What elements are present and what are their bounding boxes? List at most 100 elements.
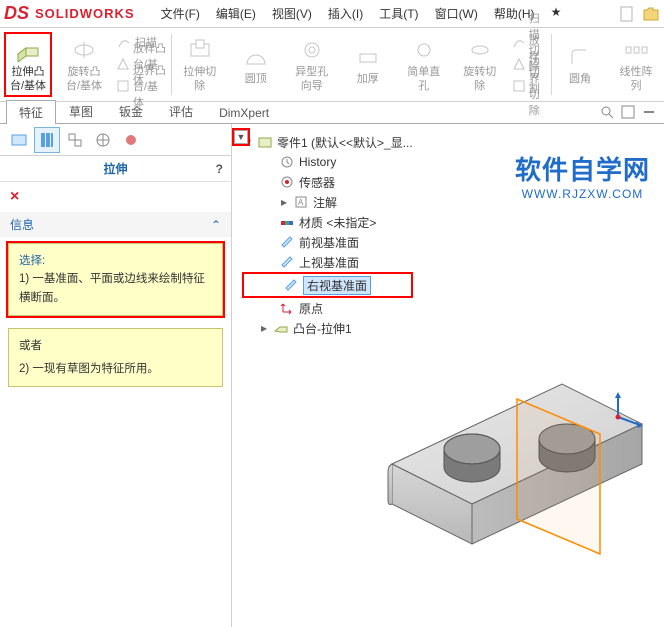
pm-select-label: 选择: <box>19 252 212 270</box>
boundary-boss-button[interactable]: 边界凸台/基体 <box>112 75 171 97</box>
quick-access <box>618 5 660 23</box>
tree-top-plane[interactable]: 上视基准面 <box>242 252 413 272</box>
tree-feature-1[interactable]: ▸ 凸台-拉伸1 <box>242 318 413 338</box>
tree-history[interactable]: History <box>242 152 413 172</box>
tab-feature[interactable]: 特征 <box>6 100 56 124</box>
dome-button[interactable]: 圆顶 <box>232 32 280 97</box>
linear-pattern-button[interactable]: 线性阵 列 <box>612 32 660 97</box>
pm-tab-dim[interactable] <box>90 127 116 153</box>
tabs-right-tools <box>598 103 658 121</box>
pm-tab-feature-tree[interactable] <box>6 127 32 153</box>
revolve-cut-icon <box>464 36 496 64</box>
boundary-icon <box>116 78 130 94</box>
menu-insert[interactable]: 插入(I) <box>322 2 369 25</box>
tab-dimxpert[interactable]: DimXpert <box>206 102 282 123</box>
revolve-boss-label: 旋转凸 台/基体 <box>66 66 102 92</box>
menu-star[interactable]: ★ <box>545 2 568 25</box>
extrude-boss-icon <box>12 36 44 64</box>
pm-close-button[interactable]: × <box>0 182 231 212</box>
tree-notes[interactable]: ▸ A 注解 <box>242 192 413 212</box>
tree-right-plane[interactable]: 右视基准面 <box>246 275 409 295</box>
pm-title: 拉伸 <box>103 160 127 177</box>
ribbon-stack-cut-extra: 扫描切除 放样切割 边界切除 <box>508 30 552 98</box>
origin-icon <box>278 300 296 316</box>
sensors-icon <box>278 174 296 190</box>
fillet-button[interactable]: 圆角 <box>556 32 604 97</box>
watermark-en: WWW.RJZXW.COM <box>515 187 650 201</box>
pm-use-text: 2) 一现有草图为特征所用。 <box>19 360 212 378</box>
tab-sketch[interactable]: 草图 <box>56 99 106 123</box>
ribbon-stack-boss-extra: 扫描 放样凸台/基体 边界凸台/基体 <box>112 30 171 98</box>
expand-icon[interactable]: ▸ <box>258 321 270 335</box>
open-icon[interactable] <box>642 5 660 23</box>
pm-select-text: 1) 一基准面、平面或边线来绘制特征横断面。 <box>19 270 212 307</box>
watermark-cn: 软件自学网 <box>515 150 650 187</box>
feature-tree: ▾ 零件1 (默认<<默认>_显... History 传感器 ▸ A 注解 材… <box>242 132 413 338</box>
ribbon-toolbar: 拉伸凸 台/基体 旋转凸 台/基体 扫描 放样凸台/基体 边界凸台/基体 拉伸切… <box>0 28 664 102</box>
notes-icon: A <box>292 194 310 210</box>
plane-icon <box>282 277 300 293</box>
pm-tab-property[interactable] <box>34 127 60 153</box>
thicken-button[interactable]: 加厚 <box>344 32 392 97</box>
extrude-cut-button[interactable]: 拉伸切 除 <box>176 32 224 97</box>
menu-tools[interactable]: 工具(T) <box>373 2 424 25</box>
extrude-boss-button[interactable]: 拉伸凸 台/基体 <box>4 32 52 97</box>
menu-window[interactable]: 窗口(W) <box>429 2 484 25</box>
hole-wizard-button[interactable]: 异型孔 向导 <box>288 32 336 97</box>
pm-tab-appearance[interactable] <box>118 127 144 153</box>
boundary-cut-button[interactable]: 边界切除 <box>508 75 552 97</box>
model-view[interactable] <box>362 354 662 574</box>
chevron-up-icon: ⌃ <box>211 218 221 232</box>
graphics-area[interactable]: ▾ 零件1 (默认<<默认>_显... History 传感器 ▸ A 注解 材… <box>232 124 664 627</box>
loft-cut-icon <box>512 56 526 72</box>
revolve-boss-button[interactable]: 旋转凸 台/基体 <box>60 32 108 97</box>
pm-tab-config[interactable] <box>62 127 88 153</box>
tree-material[interactable]: 材质 <未指定> <box>242 212 413 232</box>
minimize-icon[interactable] <box>640 103 658 121</box>
command-tabs: 特征 草图 钣金 评估 DimXpert <box>0 102 664 124</box>
tree-root[interactable]: ▾ 零件1 (默认<<默认>_显... <box>242 132 413 152</box>
pm-info-header[interactable]: 信息 ⌃ <box>0 212 231 237</box>
menu-edit[interactable]: 编辑(E) <box>210 2 262 25</box>
extrude-cut-icon <box>184 36 216 64</box>
thicken-icon <box>352 43 384 71</box>
search-icon[interactable] <box>598 103 616 121</box>
boundary-cut-icon <box>512 78 526 94</box>
new-icon[interactable] <box>618 5 636 23</box>
dome-icon <box>240 43 272 71</box>
help-icon[interactable]: ? <box>216 162 223 176</box>
history-icon <box>278 154 296 170</box>
tree-front-plane[interactable]: 前视基准面 <box>242 232 413 252</box>
sweep-icon <box>116 34 132 50</box>
logo-ds: DS <box>4 3 29 24</box>
watermark: 软件自学网 WWW.RJZXW.COM <box>515 150 650 201</box>
pm-info-box-2: 或者 2) 一现有草图为特征所用。 <box>8 328 223 387</box>
svg-text:A: A <box>298 198 304 207</box>
revolve-boss-icon <box>68 36 100 64</box>
app-logo: DS SOLIDWORKS <box>4 3 135 24</box>
part-icon <box>256 134 274 150</box>
loft-icon <box>116 56 130 72</box>
revolve-cut-button[interactable]: 旋转切 除 <box>456 32 504 97</box>
pm-tabs <box>0 124 231 156</box>
fillet-icon <box>564 43 596 71</box>
material-icon <box>278 214 296 230</box>
hole-wizard-icon <box>296 36 328 64</box>
pm-info-box-1: 选择: 1) 一基准面、平面或边线来绘制特征横断面。 <box>8 243 223 316</box>
flyout-tree-toggle[interactable] <box>232 128 250 146</box>
pm-or-label: 或者 <box>19 337 212 355</box>
menu-items: 文件(F) 编辑(E) 视图(V) 插入(I) 工具(T) 窗口(W) 帮助(H… <box>155 2 568 25</box>
menu-file[interactable]: 文件(F) <box>155 2 206 25</box>
extrude-feature-icon <box>272 320 290 336</box>
expand-icon[interactable]: ▸ <box>278 195 290 209</box>
tree-sensors[interactable]: 传感器 <box>242 172 413 192</box>
simple-hole-button[interactable]: 简单直 孔 <box>400 32 448 97</box>
tab-eval[interactable]: 评估 <box>156 99 206 123</box>
ribbon-group-boss: 拉伸凸 台/基体 <box>0 30 56 99</box>
tree-right-plane-highlight: 右视基准面 <box>242 272 413 298</box>
expand-pane-icon[interactable] <box>619 103 637 121</box>
tab-sheet[interactable]: 钣金 <box>106 99 156 123</box>
swept-cut-icon <box>512 34 526 50</box>
menu-view[interactable]: 视图(V) <box>266 2 318 25</box>
tree-origin[interactable]: 原点 <box>242 298 413 318</box>
